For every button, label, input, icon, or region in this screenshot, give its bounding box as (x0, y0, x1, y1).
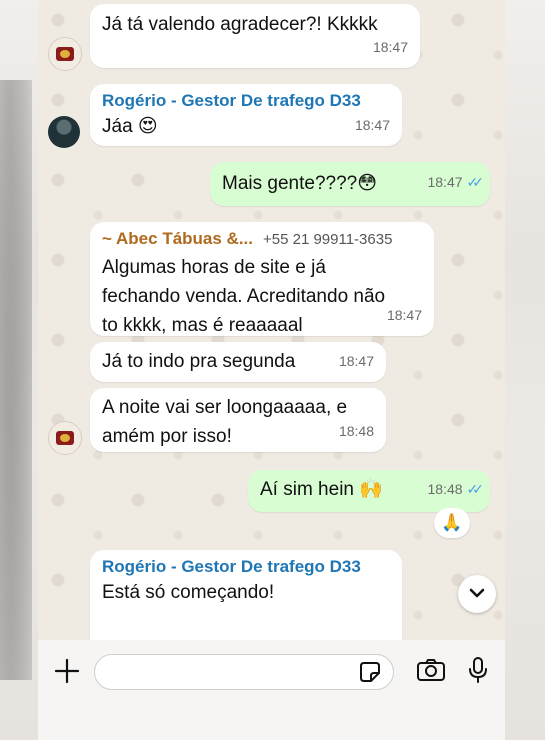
message-bubble[interactable]: Já to indo pra segunda 18:47 (90, 342, 386, 382)
chat-screen: Já tá valendo agradecer?! Kkkkk 18:47 Ro… (38, 0, 505, 740)
message-time: 18:47 (386, 307, 422, 323)
left-background-edge (0, 0, 38, 740)
microphone-button[interactable] (467, 656, 489, 689)
sender-header: ~ Abec Tábuas &... +55 21 99911-3635 (90, 222, 434, 251)
avatar[interactable] (48, 37, 82, 71)
message-time: 18:48 (338, 423, 374, 439)
read-receipt-icon: ✓✓ (466, 174, 485, 190)
right-background-edge (505, 0, 545, 740)
message-text: Já tá valendo agradecer?! Kkkkk (102, 14, 378, 35)
microphone-icon (469, 657, 487, 683)
message-bubble[interactable]: Rogério - Gestor De trafego D33 Jáa 😍 18… (90, 84, 402, 146)
message-input-field[interactable] (94, 654, 394, 690)
read-receipt-icon: ✓✓ (466, 481, 485, 497)
avatar[interactable] (48, 116, 80, 148)
sender-phone: +55 21 99911-3635 (263, 231, 393, 248)
message-time: 18:48 ✓✓ (427, 481, 485, 497)
camera-icon (417, 659, 445, 681)
message-time: 18:47 ✓✓ (427, 174, 485, 190)
message-text: Está só começando! Isso que ele está em … (102, 582, 275, 603)
message-time: 18:47 (372, 39, 408, 55)
message-bubble[interactable]: A noite vai ser loongaaaaa, e amém por i… (90, 388, 386, 452)
sender-name[interactable]: Rogério - Gestor De trafego D33 (90, 84, 402, 112)
reaction-badge[interactable]: 🙏 (434, 508, 470, 538)
plus-icon (54, 658, 80, 684)
camera-button[interactable] (416, 658, 446, 687)
message-list[interactable]: Já tá valendo agradecer?! Kkkkk 18:47 Ro… (38, 0, 505, 640)
message-input[interactable] (107, 655, 351, 689)
sender-name[interactable]: Rogério - Gestor De trafego D33 (90, 550, 402, 578)
avatar[interactable] (48, 421, 82, 455)
message-bubble[interactable]: Rogério - Gestor De trafego D33 Está só … (90, 550, 402, 640)
attach-button[interactable] (54, 658, 80, 689)
message-bubble[interactable]: Já tá valendo agradecer?! Kkkkk 18:47 (90, 4, 420, 68)
sender-name[interactable]: ~ Abec Tábuas &... (102, 229, 253, 248)
sticker-icon (360, 662, 380, 682)
message-composer (38, 640, 505, 740)
message-text: Algumas horas de site e já fechando vend… (102, 257, 386, 336)
message-time: 18:47 (354, 117, 390, 133)
message-bubble[interactable]: ~ Abec Tábuas &... +55 21 99911-3635 Algu… (90, 222, 434, 336)
outgoing-message-bubble[interactable]: Mais gente????😳 18:47 ✓✓ (210, 162, 490, 206)
message-time: 18:47 (338, 353, 374, 369)
chevron-down-icon (469, 588, 485, 598)
sticker-button[interactable] (359, 661, 381, 688)
outgoing-message-bubble[interactable]: Aí sim hein 🙌 18:48 ✓✓ (248, 470, 490, 512)
scroll-to-bottom-button[interactable] (458, 575, 496, 613)
